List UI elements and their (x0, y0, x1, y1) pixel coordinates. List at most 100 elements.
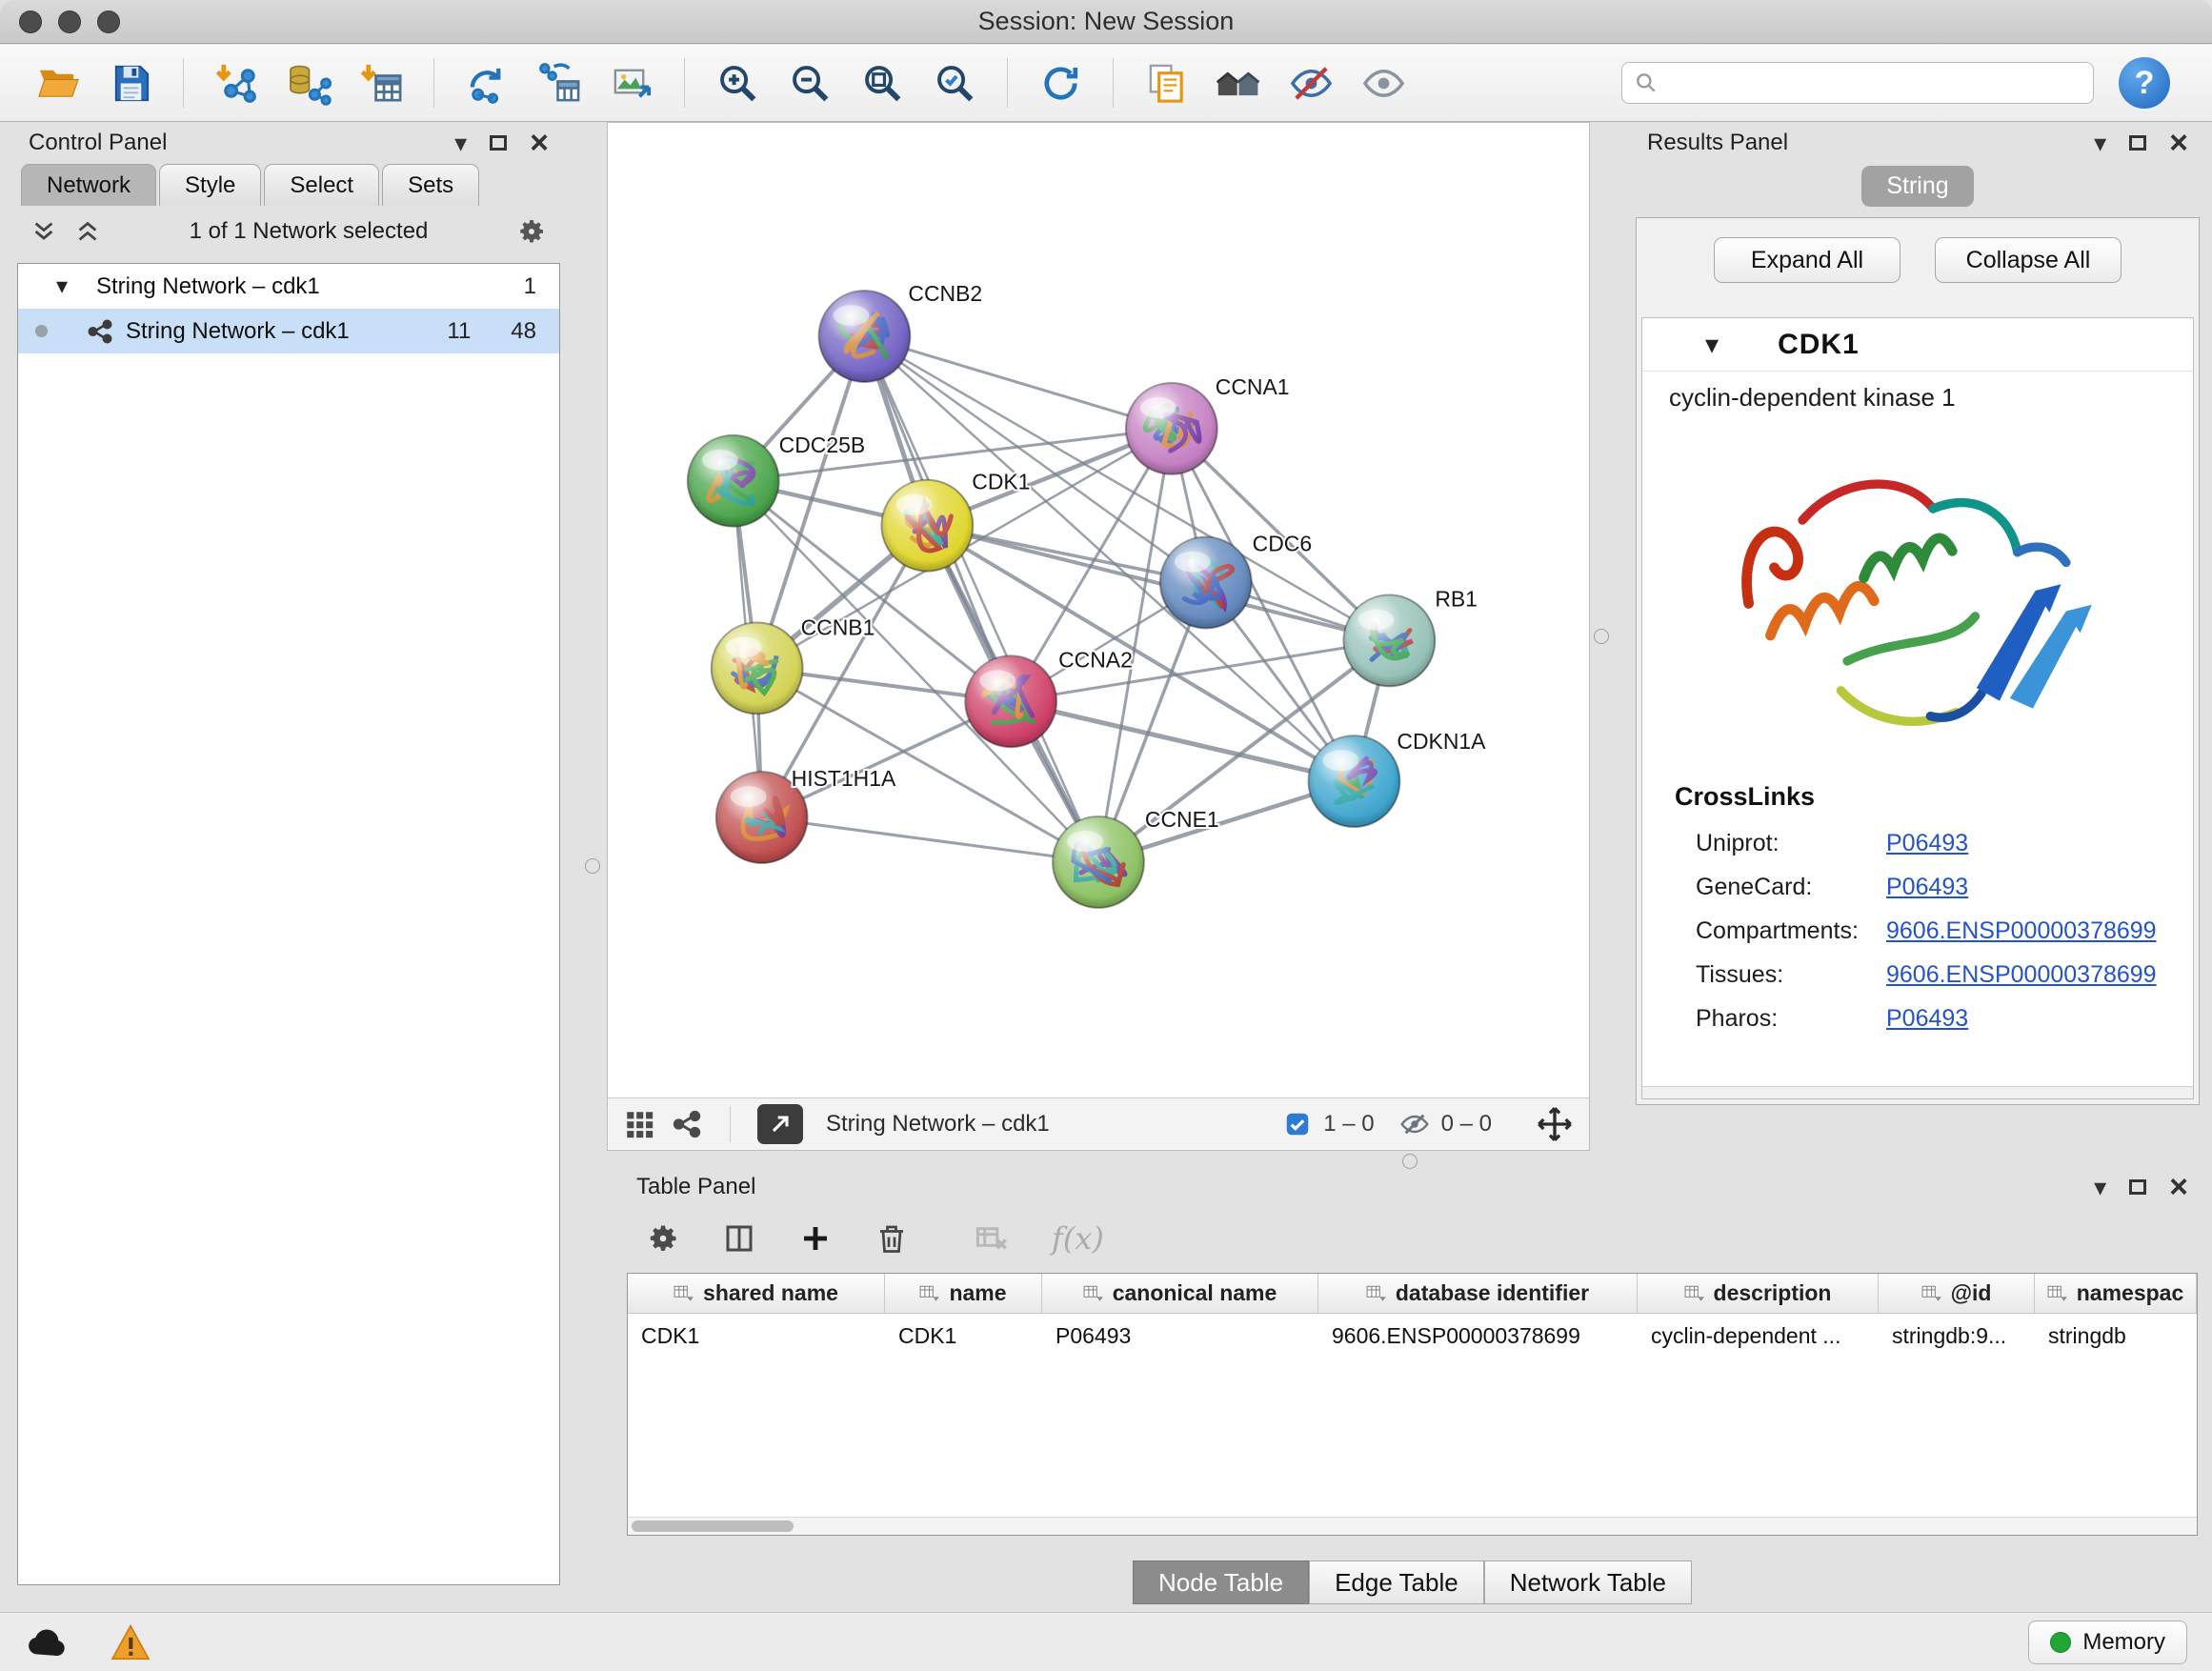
float-panel-icon[interactable] (2129, 1179, 2146, 1195)
column-header[interactable]: namespac (2035, 1274, 2197, 1313)
zoom-out-button[interactable] (778, 52, 841, 113)
open-session-button[interactable] (27, 52, 90, 113)
zoom-in-button[interactable] (706, 52, 769, 113)
import-network-database-button[interactable] (277, 52, 340, 113)
column-header[interactable]: @id (1879, 1274, 2035, 1313)
results-scrollbar[interactable] (1642, 1086, 2193, 1098)
panel-menu-icon[interactable]: ▾ (2094, 1175, 2106, 1199)
open-in-new-button[interactable] (757, 1104, 803, 1144)
tab-node-table[interactable]: Node Table (1133, 1560, 1309, 1604)
tab-network[interactable]: Network (21, 164, 156, 206)
network-table-button[interactable] (528, 52, 591, 113)
tab-sets[interactable]: Sets (382, 164, 479, 206)
panel-menu-icon[interactable]: ▾ (2094, 131, 2106, 155)
clone-network-button[interactable] (455, 52, 518, 113)
hidden-eye-slash-icon[interactable] (1399, 1109, 1430, 1139)
zoom-selected-button[interactable] (923, 52, 986, 113)
bottom-splitter-handle[interactable] (1402, 1154, 1418, 1169)
close-panel-icon[interactable]: × (2169, 127, 2188, 159)
select-columns-button[interactable] (722, 1221, 756, 1256)
import-network-file-button[interactable] (205, 52, 268, 113)
network-node[interactable]: CCNA2 (965, 647, 1133, 747)
float-panel-icon[interactable] (490, 135, 507, 151)
column-header[interactable]: database identifier (1318, 1274, 1638, 1313)
network-node[interactable]: CCNE1 (1053, 807, 1219, 908)
network-node[interactable]: CDC25B (688, 433, 865, 527)
export-image-button[interactable] (600, 52, 663, 113)
import-table-button[interactable] (350, 52, 412, 113)
warnings-button[interactable] (111, 1624, 151, 1661)
first-neighbors-button[interactable] (1207, 52, 1270, 113)
collapse-section-icon[interactable]: ▾ (1705, 329, 1719, 360)
table-cell[interactable]: 9606.ENSP00000378699 (1318, 1323, 1638, 1349)
right-splitter-handle[interactable] (1594, 629, 1609, 644)
table-cell[interactable]: stringdb:9... (1879, 1323, 2035, 1349)
collapse-all-icon[interactable] (30, 218, 57, 245)
add-column-button[interactable] (798, 1221, 833, 1256)
zoom-fit-button[interactable] (851, 52, 914, 113)
function-builder-button[interactable]: f(x) (1052, 1220, 1104, 1257)
network-row-selected[interactable]: String Network – cdk1 11 48 (18, 309, 559, 353)
crosslink-link[interactable]: P06493 (1886, 874, 1968, 901)
network-node[interactable]: CDC6 (1160, 532, 1312, 629)
tree-expand-icon[interactable]: ▾ (56, 272, 85, 300)
float-panel-icon[interactable] (2129, 135, 2146, 151)
left-splitter-handle[interactable] (585, 858, 600, 874)
move-crosshair-icon[interactable] (1536, 1105, 1574, 1143)
cloud-status-button[interactable] (25, 1625, 69, 1660)
network-node[interactable]: CDK1 (881, 470, 1030, 572)
crosslink-link[interactable]: P06493 (1886, 830, 1968, 857)
zoom-window-button[interactable] (97, 10, 120, 33)
crosslink-link[interactable]: 9606.ENSP00000378699 (1886, 961, 2157, 989)
table-row[interactable]: CDK1 CDK1 P06493 9606.ENSP00000378699 cy… (628, 1314, 2197, 1358)
table-cell[interactable]: P06493 (1042, 1323, 1318, 1349)
tab-style[interactable]: Style (159, 164, 261, 206)
close-window-button[interactable] (19, 10, 42, 33)
hide-selected-button[interactable] (1279, 52, 1342, 113)
network-node[interactable]: RB1 (1344, 587, 1478, 687)
horizontal-scrollbar[interactable] (628, 1517, 2197, 1535)
network-overview-button[interactable] (671, 1108, 703, 1140)
column-header[interactable]: shared name (628, 1274, 885, 1313)
string-tab-badge[interactable]: String (1861, 166, 1973, 207)
column-header[interactable]: description (1638, 1274, 1879, 1313)
gear-icon[interactable] (516, 216, 547, 247)
delete-table-button[interactable] (974, 1221, 1010, 1256)
panel-menu-icon[interactable]: ▾ (454, 131, 467, 155)
birds-eye-view-button[interactable] (623, 1108, 655, 1140)
table-cell[interactable]: CDK1 (628, 1323, 885, 1349)
table-cell[interactable]: cyclin-dependent ... (1638, 1323, 1879, 1349)
selected-checkbox-icon[interactable] (1283, 1110, 1312, 1138)
show-all-button[interactable] (1352, 52, 1415, 113)
network-node[interactable]: CCNB2 (819, 281, 983, 382)
table-cell[interactable]: CDK1 (885, 1323, 1042, 1349)
crosslink-link[interactable]: P06493 (1886, 1005, 1968, 1033)
column-header[interactable]: canonical name (1042, 1274, 1318, 1313)
expand-all-button[interactable]: Expand All (1714, 237, 1900, 283)
memory-button[interactable]: Memory (2028, 1621, 2187, 1664)
network-collection-row[interactable]: ▾ String Network – cdk1 1 (18, 264, 559, 309)
minimize-window-button[interactable] (58, 10, 81, 33)
search-input[interactable] (1666, 70, 2081, 96)
network-node[interactable]: HIST1H1A (716, 766, 896, 863)
protein-card-header[interactable]: ▾ CDK1 (1642, 318, 2193, 372)
search-box[interactable] (1621, 62, 2094, 104)
network-graph[interactable]: CCNB2CCNA1CDC25BCDK1CDC6RB1CCNB1CCNA2CDK… (608, 123, 1589, 1097)
crosslink-link[interactable]: 9606.ENSP00000378699 (1886, 917, 2157, 945)
network-node[interactable]: CDKN1A (1309, 729, 1487, 827)
tab-edge-table[interactable]: Edge Table (1309, 1560, 1484, 1604)
delete-column-button[interactable] (875, 1221, 909, 1256)
close-panel-icon[interactable]: × (530, 127, 549, 159)
table-cell[interactable]: stringdb (2035, 1323, 2197, 1349)
tab-select[interactable]: Select (264, 164, 379, 206)
table-settings-button[interactable] (646, 1221, 680, 1256)
network-node[interactable]: CCNA1 (1126, 374, 1290, 474)
close-panel-icon[interactable]: × (2169, 1171, 2188, 1203)
tab-network-table[interactable]: Network Table (1484, 1560, 1692, 1604)
column-header[interactable]: name (885, 1274, 1042, 1313)
help-button[interactable]: ? (2119, 57, 2170, 109)
network-canvas[interactable]: CCNB2CCNA1CDC25BCDK1CDC6RB1CCNB1CCNA2CDK… (608, 123, 1589, 1097)
copy-button[interactable] (1135, 52, 1197, 113)
save-session-button[interactable] (99, 52, 162, 113)
apply-layout-button[interactable] (1029, 52, 1092, 113)
